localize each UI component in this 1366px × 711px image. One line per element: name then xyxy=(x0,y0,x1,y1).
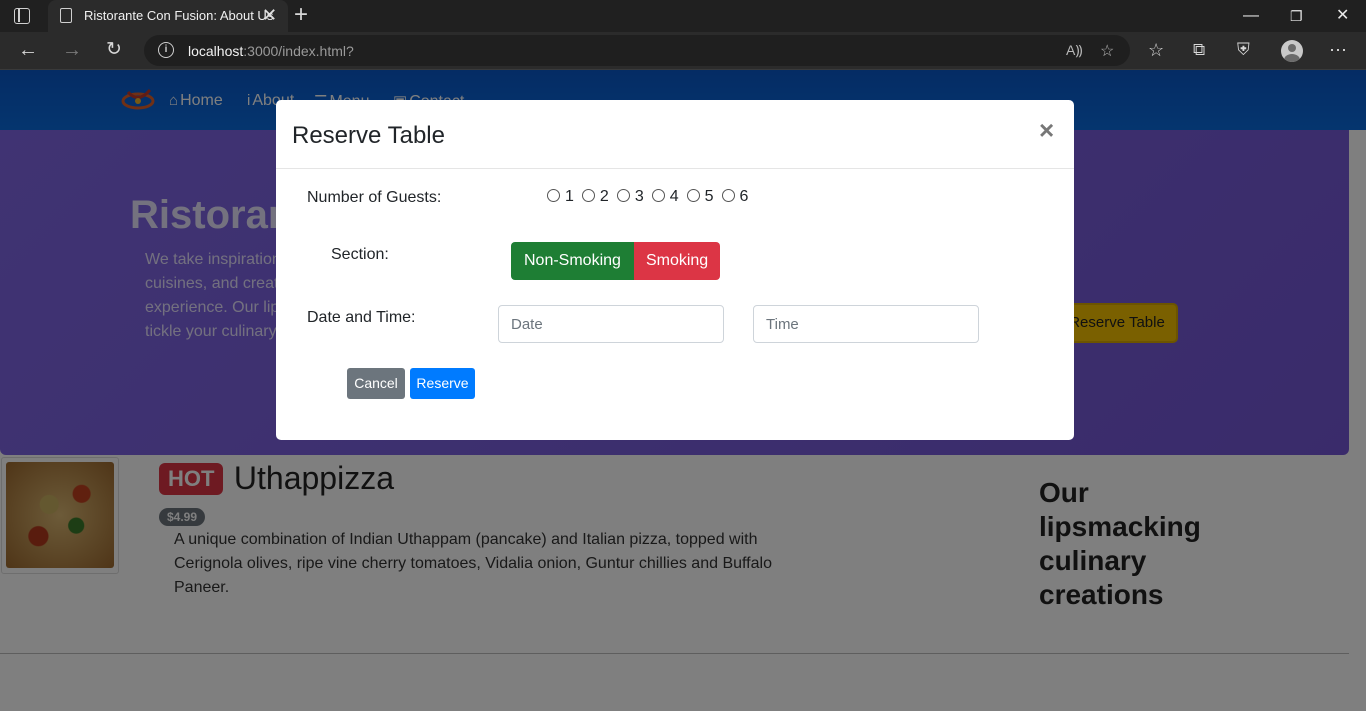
guest-option-5[interactable]: 5 xyxy=(686,188,714,206)
guest-option-2[interactable]: 2 xyxy=(581,188,609,206)
radio-icon[interactable] xyxy=(721,189,735,202)
tab-title: Ristorante Con Fusion: About Us xyxy=(84,8,274,23)
guests-radio-group: 123456 xyxy=(547,188,756,206)
radio-icon[interactable] xyxy=(616,189,630,202)
restore-icon[interactable]: ❐ xyxy=(1290,6,1303,26)
guest-option-1[interactable]: 1 xyxy=(547,188,574,206)
cancel-button[interactable]: Cancel xyxy=(347,368,405,399)
guests-label: Number of Guests: xyxy=(307,189,442,206)
read-aloud-icon[interactable]: A⸩ xyxy=(1066,41,1082,60)
section-button-group: Non-Smoking Smoking xyxy=(511,242,721,280)
back-icon[interactable]: ← xyxy=(18,38,38,62)
tab-actions-icon[interactable] xyxy=(14,8,30,24)
add-favorite-icon[interactable]: ☆ xyxy=(1100,41,1114,61)
minimize-icon[interactable]: — xyxy=(1243,6,1259,26)
info-icon[interactable]: i xyxy=(158,42,174,58)
more-icon[interactable]: ⋯ xyxy=(1329,38,1347,62)
radio-icon[interactable] xyxy=(547,189,560,202)
guest-option-6[interactable]: 6 xyxy=(721,188,748,206)
datetime-label: Date and Time: xyxy=(307,309,416,326)
profile-icon[interactable] xyxy=(1281,40,1303,62)
url-text[interactable]: localhost:3000/index.html? xyxy=(188,43,354,59)
doc-icon xyxy=(60,8,72,23)
new-tab-icon[interactable]: + xyxy=(294,3,308,27)
radio-icon[interactable] xyxy=(651,189,665,202)
browser-tab-bar: Ristorante Con Fusion: About Us ✕ + — ❐ … xyxy=(0,0,1366,32)
browser-toolbar: ← → ↻ i localhost:3000/index.html? A⸩ ☆ … xyxy=(0,32,1366,70)
browser-essentials-icon[interactable]: ⛨ xyxy=(1237,38,1250,62)
favorites-icon[interactable]: ☆ xyxy=(1148,38,1164,62)
section-label: Section: xyxy=(331,246,389,263)
date-input[interactable] xyxy=(498,305,724,343)
time-input[interactable] xyxy=(753,305,979,343)
guest-option-4[interactable]: 4 xyxy=(651,188,679,206)
guest-option-3[interactable]: 3 xyxy=(616,188,644,206)
tab-close-icon[interactable]: ✕ xyxy=(262,5,277,25)
close-icon[interactable]: × xyxy=(1039,117,1054,143)
page: ⌂Home iAbout ☰Menu ▣Contact Ristorante c… xyxy=(0,70,1366,711)
forward-icon[interactable]: → xyxy=(62,38,82,62)
refresh-icon[interactable]: ↻ xyxy=(106,38,122,62)
radio-icon[interactable] xyxy=(581,189,595,202)
browser-tab[interactable]: Ristorante Con Fusion: About Us ✕ xyxy=(48,0,288,32)
smoking-button[interactable]: Smoking xyxy=(633,242,721,280)
modal-title: Reserve Table xyxy=(292,122,445,149)
reserve-button[interactable]: Reserve xyxy=(410,368,475,399)
reserve-modal: Reserve Table × Number of Guests: 123456… xyxy=(276,100,1074,440)
radio-icon[interactable] xyxy=(686,189,700,202)
collections-icon[interactable]: ⧉ xyxy=(1193,38,1205,62)
modal-header: Reserve Table × xyxy=(276,100,1074,169)
address-bar[interactable]: i localhost:3000/index.html? A⸩ ☆ xyxy=(144,35,1130,66)
non-smoking-button[interactable]: Non-Smoking xyxy=(511,242,634,280)
close-window-icon[interactable]: ✕ xyxy=(1336,6,1349,26)
